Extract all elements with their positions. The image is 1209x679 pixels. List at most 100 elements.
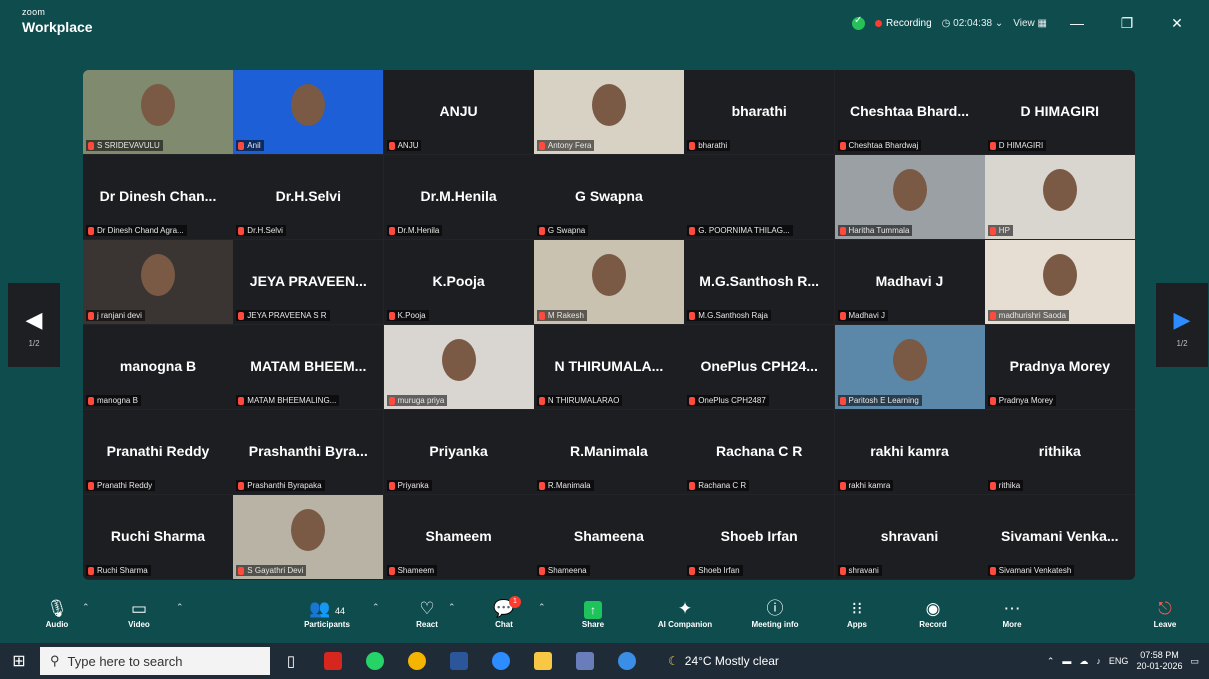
participant-name: R.Manimala: [547, 481, 591, 490]
participant-tile[interactable]: rakhi kamra rakhi kamra: [834, 410, 985, 494]
close-button[interactable]: ✕: [1157, 15, 1197, 32]
browser-app-icon[interactable]: [610, 648, 644, 674]
react-options-caret[interactable]: ⌃: [448, 602, 456, 613]
participant-tile[interactable]: ANJU ANJU: [383, 70, 534, 154]
tray-chevron-icon[interactable]: ⌃: [1047, 656, 1055, 667]
acrobat-app-icon[interactable]: [316, 648, 350, 674]
react-label: React: [416, 620, 438, 629]
participant-tile[interactable]: Cheshtaa Bhard... Cheshtaa Bhardwaj: [834, 70, 985, 154]
participant-tile[interactable]: N THIRUMALA... N THIRUMALARAO: [533, 325, 684, 409]
participant-tile[interactable]: Prashanthi Byra... Prashanthi Byrapaka: [233, 410, 384, 494]
previous-page-button[interactable]: ◀ 1/2: [8, 283, 60, 367]
chat-options-caret[interactable]: ⌃: [538, 602, 546, 613]
chat-button[interactable]: 💬 1 Chat: [467, 596, 541, 629]
participant-tile[interactable]: D HIMAGIRI D HIMAGIRI: [984, 70, 1135, 154]
battery-icon[interactable]: ▬: [1062, 656, 1071, 666]
participant-tile[interactable]: S Gayathri Devi: [233, 495, 384, 579]
participant-tile[interactable]: Madhavi J Madhavi J: [834, 240, 985, 324]
muted-microphone-icon: [989, 566, 996, 575]
muted-microphone-icon: [88, 396, 94, 405]
participant-tile[interactable]: JEYA PRAVEEN... JEYA PRAVEENA S R: [233, 240, 384, 324]
participant-tile[interactable]: Paritosh E Learning: [834, 325, 985, 409]
audio-options-caret[interactable]: ⌃: [82, 602, 90, 613]
participant-tile[interactable]: Shoeb Irfan Shoeb Irfan: [684, 495, 835, 579]
participant-display-name: M.G.Santhosh R...: [699, 273, 820, 289]
ai-companion-label: AI Companion: [657, 620, 713, 629]
notifications-icon[interactable]: ▭: [1190, 656, 1199, 667]
participants-button[interactable]: 👥 44 Participants: [290, 598, 364, 629]
view-button[interactable]: View ▦: [1013, 18, 1047, 29]
clock[interactable]: 07:58 PM 20-01-2026: [1136, 650, 1182, 672]
participant-tile[interactable]: S SRIDEVAVULU: [83, 70, 233, 154]
participant-tile[interactable]: Dr.M.Henila Dr.M.Henila: [383, 155, 534, 239]
taskbar-search-box[interactable]: ⚲ Type here to search: [40, 647, 270, 675]
more-icon: ⋯: [1003, 599, 1021, 618]
video-button[interactable]: ▭ Video: [102, 598, 176, 629]
more-button[interactable]: ⋯ More: [975, 598, 1049, 629]
participant-tile[interactable]: G Swapna G Swapna: [533, 155, 684, 239]
participant-tile[interactable]: HP: [984, 155, 1135, 239]
participant-tile[interactable]: rithika rithika: [984, 410, 1135, 494]
task-view-icon[interactable]: ▯: [274, 648, 308, 674]
recording-indicator[interactable]: Recording: [875, 18, 932, 29]
encryption-shield-icon[interactable]: [852, 15, 866, 30]
whatsapp-app-icon[interactable]: [358, 648, 392, 674]
muted-microphone-icon: [989, 481, 996, 490]
participant-tile[interactable]: Pradnya Morey Pradnya Morey: [984, 325, 1135, 409]
participant-tile[interactable]: Priyanka Priyanka: [383, 410, 534, 494]
participant-tile[interactable]: R.Manimala R.Manimala: [533, 410, 684, 494]
ai-companion-button[interactable]: ✦ AI Companion: [648, 598, 722, 629]
participants-options-caret[interactable]: ⌃: [372, 602, 380, 613]
participant-tile[interactable]: Sivamani Venka... Sivamani Venkatesh: [984, 495, 1135, 579]
file-explorer-icon[interactable]: [526, 648, 560, 674]
leave-button[interactable]: ⎋ Leave: [1128, 598, 1202, 629]
participant-tile[interactable]: Shameem Shameem: [383, 495, 534, 579]
participant-display-name: Pranathi Reddy: [106, 443, 210, 459]
participant-tile[interactable]: j ranjani devi: [83, 240, 233, 324]
video-options-caret[interactable]: ⌃: [176, 602, 184, 613]
participant-tile[interactable]: MATAM BHEEM... MATAM BHEEMALING...: [233, 325, 384, 409]
participant-tile[interactable]: Rachana C R Rachana C R: [684, 410, 835, 494]
participant-tile[interactable]: K.Pooja K.Pooja: [383, 240, 534, 324]
participant-tile[interactable]: Dr.H.Selvi Dr.H.Selvi: [233, 155, 384, 239]
minimize-button[interactable]: —: [1057, 15, 1097, 31]
participant-name-label: G Swapna: [536, 225, 589, 236]
apps-button[interactable]: ⁝⁝ Apps: [820, 598, 894, 629]
chrome-app-icon[interactable]: [400, 648, 434, 674]
restore-button[interactable]: ❐: [1107, 15, 1147, 32]
participant-tile[interactable]: manogna B manogna B: [83, 325, 233, 409]
participant-tile[interactable]: Pranathi Reddy Pranathi Reddy: [83, 410, 233, 494]
share-button[interactable]: ↑ Share: [556, 598, 630, 629]
meeting-info-button[interactable]: ⓘ Meeting info: [738, 598, 812, 629]
weather-widget[interactable]: ☾ 24°C Mostly clear: [668, 654, 779, 668]
volume-icon[interactable]: ♪: [1096, 656, 1101, 666]
participant-tile[interactable]: madhurishri Saoda: [984, 240, 1135, 324]
windows-start-icon[interactable]: ⊞: [0, 651, 38, 671]
participant-tile[interactable]: Shameena Shameena: [533, 495, 684, 579]
participant-tile[interactable]: muruga priya: [383, 325, 534, 409]
participant-face: [591, 254, 626, 296]
meeting-timer[interactable]: ◷ 02:04:38 ⌄: [942, 18, 1004, 29]
participant-tile[interactable]: Antony Fera: [533, 70, 684, 154]
word-app-icon[interactable]: [442, 648, 476, 674]
next-page-button[interactable]: ▶ 1/2: [1156, 283, 1208, 367]
participant-tile[interactable]: Ruchi Sharma Ruchi Sharma: [83, 495, 233, 579]
participant-tile[interactable]: Dr Dinesh Chan... Dr Dinesh Chand Agra...: [83, 155, 233, 239]
participant-tile[interactable]: G. POORNIMA THILAG...: [684, 155, 835, 239]
participant-tile[interactable]: shravani shravani: [834, 495, 985, 579]
zoom-app-icon[interactable]: [484, 648, 518, 674]
participant-name: manogna B: [97, 396, 138, 405]
participant-count: 44: [334, 606, 345, 616]
participant-tile[interactable]: bharathi bharathi: [684, 70, 835, 154]
record-button[interactable]: ◉ Record: [896, 598, 970, 629]
language-indicator[interactable]: ENG: [1109, 656, 1129, 666]
participant-tile[interactable]: Anil: [233, 70, 384, 154]
participant-tile[interactable]: M Rakesh: [533, 240, 684, 324]
participant-tile[interactable]: OnePlus CPH24... OnePlus CPH2487: [684, 325, 835, 409]
app-icon[interactable]: [568, 648, 602, 674]
participant-tile[interactable]: Haritha Tummala: [834, 155, 985, 239]
muted-microphone-icon: [689, 396, 696, 405]
participant-tile[interactable]: M.G.Santhosh R... M.G.Santhosh Raja: [684, 240, 835, 324]
cloud-icon[interactable]: ☁: [1079, 656, 1088, 667]
muted-microphone-icon: [538, 226, 545, 235]
